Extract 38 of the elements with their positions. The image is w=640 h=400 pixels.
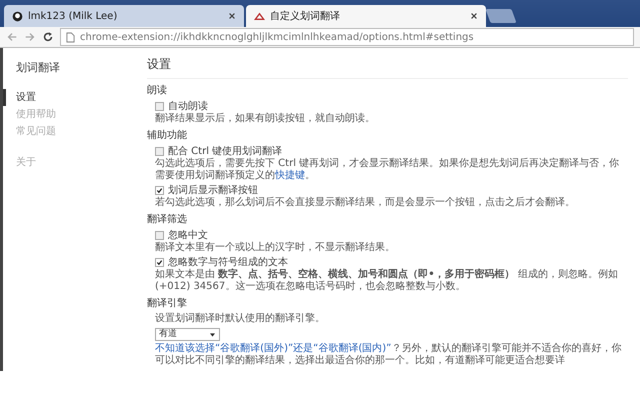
section-heading: 翻译筛选 — [147, 213, 188, 226]
engine-select[interactable]: 有道 — [155, 328, 220, 341]
engine-note: 不知道该选择“谷歌翻译(国外)”还是“谷歌翻译(国内)”？另外，默认的翻译引擎可能并不适合你的喜好，你可以对比不同引擎的翻译结果，选择出最适合你的那一个。比如，有道翻译可能更适合想要详 — [154, 343, 622, 367]
sidebar-item[interactable]: 设置 — [3, 89, 147, 106]
option-description: 设置划词翻译时默认使用的翻译引擎。 — [154, 313, 326, 325]
option-description: 如果文本是由 数字、点、括号、空格、横线、加号和圆点（即•，多用于密码框） 组成的，则忽略。例如 (+012) 34567。这一选项在忽略电话号码时，也会忽略整数与小数。 — [154, 269, 619, 293]
checkbox[interactable] — [155, 102, 164, 111]
page-icon — [66, 32, 75, 42]
browser-tab[interactable]: 自定义划词翻译 — [246, 5, 486, 27]
checkbox-label[interactable]: 忽略数字与符号组成的文本 — [168, 256, 288, 269]
close-icon[interactable] — [470, 12, 478, 20]
page-title: 设置 — [147, 56, 628, 79]
option-description: 翻译文本里有一个或以上的汉字时，不显示翻译结果。 — [154, 242, 396, 254]
section-heading: 辅助功能 — [147, 129, 188, 142]
close-icon[interactable] — [228, 12, 236, 20]
option-description: 翻译结果显示后，如果有朗读按钮，就自动朗读。 — [154, 113, 376, 125]
sidebar-title: 划词翻译 — [15, 60, 61, 75]
checkbox[interactable] — [155, 186, 164, 195]
checkbox-label[interactable]: 自动朗读 — [168, 100, 208, 113]
option-description: 勾选此选项后，需要先按下 Ctrl 键再划词，才会显示翻译结果。如果你是想先划词后再决定翻译与否，你需要使用划词翻译预定义的快捷键。 — [154, 158, 620, 182]
checkbox-label[interactable]: 配合 Ctrl 键使用划词翻译 — [168, 145, 282, 158]
tab-title: lmk123 (Milk Lee) — [28, 10, 118, 22]
checkbox[interactable] — [155, 231, 164, 240]
checkbox[interactable] — [155, 147, 164, 156]
caret-icon — [210, 332, 215, 336]
help-link[interactable]: 不知道该选择“谷歌翻译(国外)”还是“谷歌翻译(国内)” — [155, 343, 392, 354]
section-heading: 朗读 — [147, 84, 168, 97]
checkbox-label[interactable]: 划词后显示翻译按钮 — [168, 184, 258, 197]
tab-title: 自定义划词翻译 — [270, 10, 341, 23]
section-heading: 翻译引擎 — [147, 297, 188, 310]
checkbox-label[interactable]: 忽略中文 — [168, 229, 208, 242]
checkbox[interactable] — [155, 258, 164, 267]
option-description: 若勾选此选项，那么划词后不会直接显示翻译结果，而是会显示一个按钮，点击之后才会翻译。 — [154, 197, 576, 209]
browser-tab[interactable]: lmk123 (Milk Lee) — [4, 5, 244, 27]
new-tab-button[interactable] — [485, 9, 517, 23]
shortcut-link[interactable]: 快捷键 — [275, 170, 305, 181]
reload-icon[interactable] — [42, 31, 54, 43]
address-field[interactable]: chrome-extension://ikhdkkncnoglghljlkmcimlnlhkeamad/options.html#settings — [60, 28, 634, 46]
